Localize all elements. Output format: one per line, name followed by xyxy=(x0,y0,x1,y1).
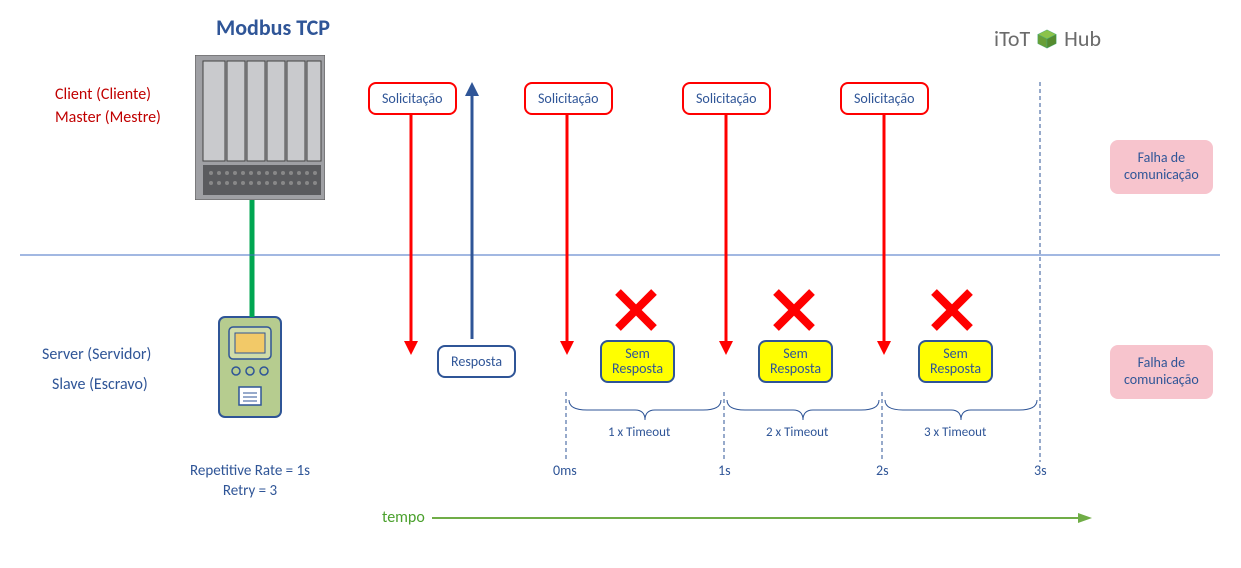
tick-3: 3s xyxy=(1034,462,1047,479)
box-sem-resposta-2: SemResposta xyxy=(758,340,833,383)
arrow-down-1 xyxy=(403,113,419,355)
fb-l1: Falha de xyxy=(1138,354,1186,371)
x-icon-2 xyxy=(772,288,816,332)
x-icon-1 xyxy=(614,288,658,332)
label-server: Server (Servidor) xyxy=(42,345,151,364)
label-master: Master (Mestre) xyxy=(55,108,161,127)
box-solicitacao-2: Solicitação xyxy=(524,82,613,115)
label-timeout-1: 1 x Timeout xyxy=(608,425,670,440)
diagram-title: Modbus TCP xyxy=(216,14,330,41)
ft-l1: Falha de xyxy=(1138,149,1186,166)
x-icon-3 xyxy=(930,288,974,332)
box-solicitacao-4: Solicitação xyxy=(840,82,929,115)
brace-2 xyxy=(725,398,881,422)
link-line xyxy=(247,200,257,317)
box-falha-bottom: Falha decomunicação xyxy=(1110,345,1213,399)
label-repetitive-rate: Repetitive Rate = 1s xyxy=(175,462,325,480)
plc-device-icon xyxy=(195,55,325,200)
box-solicitacao-1: Solicitação xyxy=(368,82,457,115)
box-sem-resposta-1: SemResposta xyxy=(600,340,675,383)
tempo-arrow xyxy=(432,510,1092,526)
box-sem-resposta-3: SemResposta xyxy=(918,340,993,383)
box-solicitacao-3: Solicitação xyxy=(682,82,771,115)
label-timeout-2: 2 x Timeout xyxy=(766,425,828,440)
brace-3 xyxy=(883,398,1039,422)
tick-1: 1s xyxy=(718,462,731,479)
arrow-down-4 xyxy=(876,113,892,355)
arrow-down-2 xyxy=(559,113,575,355)
ft-l2: comunicação xyxy=(1124,166,1199,183)
label-retry: Retry = 3 xyxy=(175,482,325,500)
arrow-down-3 xyxy=(718,113,734,355)
box-resposta: Resposta xyxy=(437,345,516,378)
logo: iToT Hub xyxy=(994,25,1101,52)
logo-text-suffix: Hub xyxy=(1064,25,1101,52)
slave-device-icon xyxy=(215,315,285,425)
tick-0: 0ms xyxy=(553,462,577,479)
label-tempo: tempo xyxy=(382,508,425,527)
sr1-l2: Resposta xyxy=(612,360,663,377)
arrow-up-resposta xyxy=(464,82,480,339)
box-falha-top: Falha decomunicação xyxy=(1110,140,1213,194)
cube-icon xyxy=(1036,28,1058,50)
sr2-l2: Resposta xyxy=(770,360,821,377)
label-client: Client (Cliente) xyxy=(55,85,151,104)
logo-text-prefix: iToT xyxy=(994,25,1030,52)
fb-l2: comunicação xyxy=(1124,371,1199,388)
sr3-l2: Resposta xyxy=(930,360,981,377)
tick-2: 2s xyxy=(876,462,889,479)
label-slave: Slave (Escravo) xyxy=(52,375,148,394)
brace-1 xyxy=(567,398,723,422)
label-timeout-3: 3 x Timeout xyxy=(924,425,986,440)
